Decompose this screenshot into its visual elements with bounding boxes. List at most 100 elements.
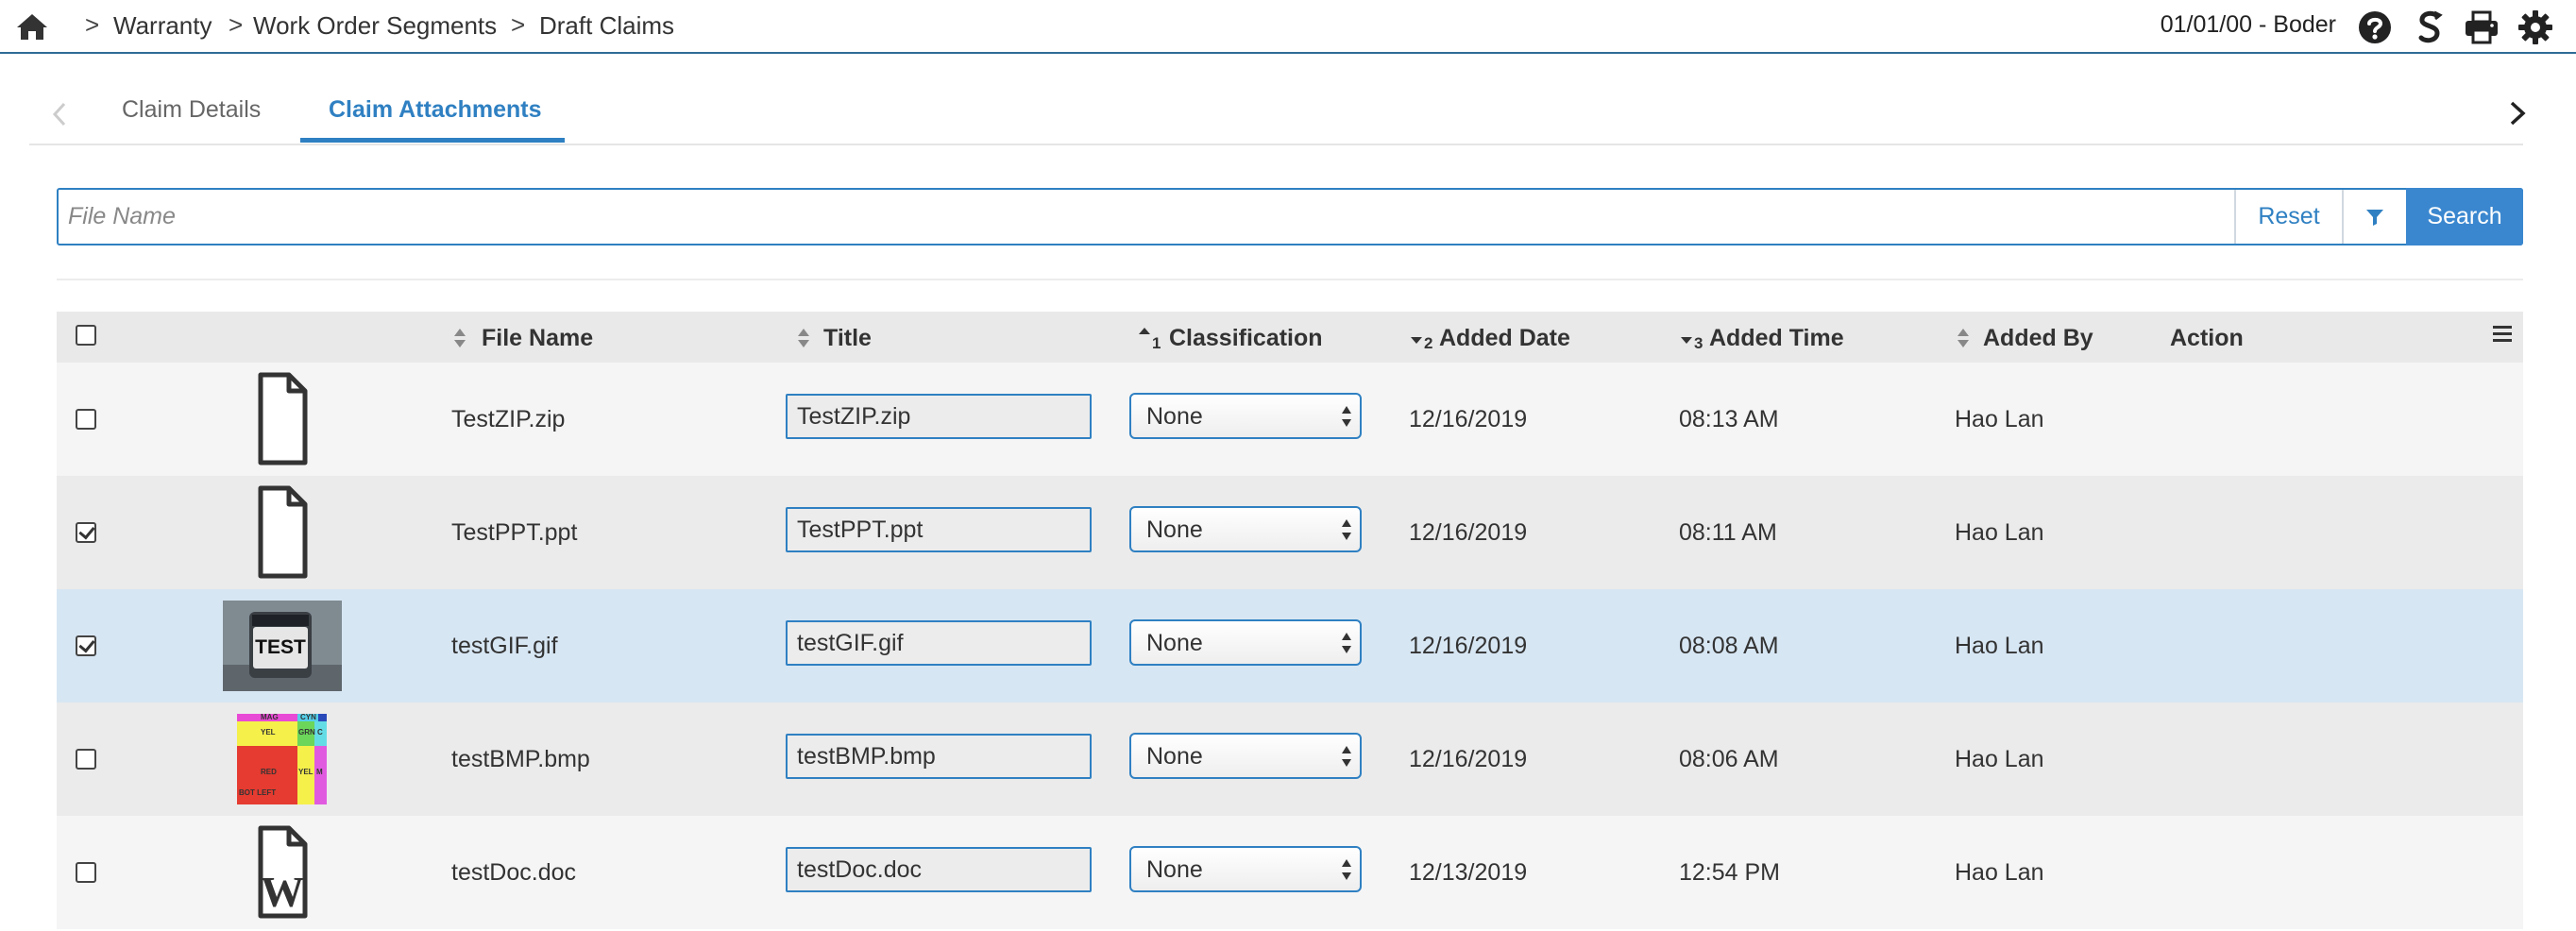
classification-select[interactable]: None	[1129, 506, 1362, 552]
added-time-cell: 12:54 PM	[1679, 859, 1781, 886]
row-checkbox[interactable]	[76, 522, 96, 543]
select-arrows-icon	[1342, 633, 1351, 653]
thumbnail-label: YEL	[261, 728, 276, 736]
column-menu-icon[interactable]	[2491, 323, 2514, 346]
table-row[interactable]: MAG CYN YEL GRN C RED YEL M BOT LEFT tes…	[57, 702, 2523, 816]
color-bars-thumbnail: MAG CYN YEL GRN C RED YEL M BOT LEFT	[237, 713, 327, 804]
sort-order-number: 2	[1424, 334, 1433, 352]
title-input[interactable]	[786, 394, 1092, 439]
thumbnail-label: YEL	[298, 768, 314, 776]
tab-bar: Claim Details Claim Attachments	[29, 87, 2523, 145]
sort-order-number: 1	[1152, 334, 1161, 352]
thumbnail-label: M	[316, 768, 323, 776]
column-header-added-time[interactable]: Added Time	[1709, 325, 1844, 352]
tab-claim-details[interactable]: Claim Details	[122, 96, 261, 124]
title-input[interactable]	[786, 507, 1092, 552]
select-arrows-icon	[1342, 859, 1351, 880]
added-by-cell: Hao Lan	[1955, 633, 2044, 659]
file-name-cell[interactable]: TestZIP.zip	[451, 406, 565, 433]
breadcrumb-draft-claims: Draft Claims	[539, 11, 675, 40]
search-bar: Reset Search	[57, 188, 2523, 245]
title-input[interactable]	[786, 734, 1092, 779]
active-tab-indicator	[300, 138, 565, 143]
classification-select[interactable]: None	[1129, 846, 1362, 892]
added-time-cell: 08:06 AM	[1679, 746, 1779, 772]
thumbnail-text: W	[261, 868, 304, 916]
table-header: File Name Title 1 Classification 2 Added…	[57, 312, 2523, 363]
help-icon[interactable]	[2357, 9, 2393, 45]
table-row[interactable]: TestPPT.ppt None 12/16/2019 08:11 AM Hao…	[57, 476, 2523, 589]
file-name-cell[interactable]: TestPPT.ppt	[451, 519, 577, 547]
home-icon[interactable]	[15, 11, 49, 42]
added-date-cell: 12/13/2019	[1409, 859, 1528, 886]
breadcrumb-separator: >	[85, 10, 100, 39]
thumbnail-label: CYN	[300, 713, 316, 721]
thumbnail-label: C	[317, 728, 323, 736]
test-image-thumbnail: TEST	[223, 601, 342, 691]
select-arrows-icon	[1342, 746, 1351, 767]
settings-gear-icon[interactable]	[2517, 9, 2553, 45]
file-icon	[258, 372, 308, 466]
title-input[interactable]	[786, 847, 1092, 892]
added-by-cell: Hao Lan	[1955, 859, 2044, 886]
tab-claim-attachments[interactable]: Claim Attachments	[329, 96, 542, 124]
chevron-right-icon[interactable]	[2506, 97, 2529, 129]
classification-value: None	[1146, 856, 1203, 883]
sort-both-icon[interactable]	[1955, 327, 1972, 349]
file-name-cell[interactable]: testBMP.bmp	[451, 746, 590, 773]
chevron-left-icon[interactable]	[48, 100, 71, 128]
row-checkbox[interactable]	[76, 862, 96, 883]
top-bar: > Warranty > Work Order Segments > Draft…	[0, 0, 2576, 54]
added-by-cell: Hao Lan	[1955, 406, 2044, 432]
filter-icon	[2366, 210, 2383, 226]
added-date-cell: 12/16/2019	[1409, 519, 1528, 546]
thumbnail-label: MAG	[261, 713, 279, 721]
added-time-cell: 08:08 AM	[1679, 633, 1779, 659]
sort-order-number: 3	[1694, 334, 1703, 352]
section-divider	[57, 279, 2523, 280]
column-header-added-by[interactable]: Added By	[1983, 325, 2093, 352]
s-logo-icon[interactable]	[2412, 9, 2448, 45]
classification-select[interactable]: None	[1129, 393, 1362, 439]
sort-both-icon[interactable]	[795, 327, 812, 349]
file-name-cell[interactable]: testDoc.doc	[451, 859, 576, 887]
breadcrumb-work-order-segments[interactable]: Work Order Segments	[253, 11, 497, 41]
table-row[interactable]: TestZIP.zip None 12/16/2019 08:13 AM Hao…	[57, 363, 2523, 476]
added-by-cell: Hao Lan	[1955, 519, 2044, 546]
file-name-search-input[interactable]	[59, 190, 2234, 244]
row-checkbox[interactable]	[76, 635, 96, 656]
added-time-cell: 08:11 AM	[1679, 519, 1777, 546]
select-all-checkbox[interactable]	[76, 325, 96, 346]
added-date-cell: 12/16/2019	[1409, 633, 1528, 659]
added-by-cell: Hao Lan	[1955, 746, 2044, 772]
table-row[interactable]: TEST testGIF.gif None 12/16/2019 08:08 A…	[57, 589, 2523, 702]
added-date-cell: 12/16/2019	[1409, 406, 1528, 432]
column-header-added-date[interactable]: Added Date	[1439, 325, 1570, 352]
column-header-title[interactable]: Title	[823, 325, 872, 352]
classification-value: None	[1146, 630, 1203, 656]
column-header-file-name[interactable]: File Name	[482, 325, 593, 352]
file-name-cell[interactable]: testGIF.gif	[451, 633, 558, 660]
select-arrows-icon	[1342, 519, 1351, 540]
filter-button[interactable]	[2342, 190, 2406, 244]
row-checkbox[interactable]	[76, 409, 96, 430]
row-checkbox[interactable]	[76, 749, 96, 770]
thumbnail-label: RED	[261, 768, 277, 776]
breadcrumb-separator: >	[229, 10, 244, 39]
column-header-action: Action	[2170, 325, 2244, 351]
search-button[interactable]: Search	[2406, 188, 2523, 245]
classification-select[interactable]: None	[1129, 619, 1362, 666]
sort-both-icon[interactable]	[451, 327, 468, 349]
breadcrumb-separator: >	[511, 10, 526, 39]
title-input[interactable]	[786, 620, 1092, 666]
column-header-classification[interactable]: Classification	[1169, 325, 1323, 352]
reset-button[interactable]: Reset	[2234, 190, 2342, 244]
select-arrows-icon	[1342, 406, 1351, 427]
thumbnail-text: TEST	[255, 636, 306, 658]
print-icon[interactable]	[2464, 9, 2500, 45]
table-row[interactable]: W testDoc.doc None 12/13/2019 12:54 PM H…	[57, 816, 2523, 929]
classification-value: None	[1146, 516, 1203, 543]
breadcrumb-warranty[interactable]: Warranty	[113, 11, 212, 41]
word-doc-icon: W	[258, 825, 308, 919]
classification-select[interactable]: None	[1129, 733, 1362, 779]
